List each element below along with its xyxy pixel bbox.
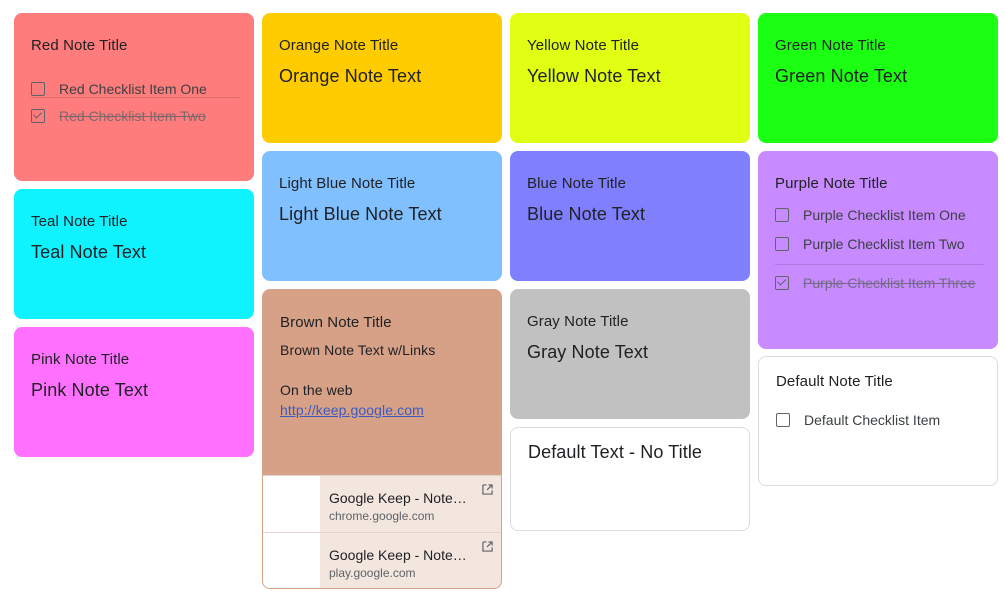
- note-title: Brown Note Title: [280, 314, 392, 331]
- note-text: Pink Note Text: [31, 380, 149, 400]
- note-text: Yellow Note Text: [527, 66, 661, 86]
- note-text: Brown Note Text w/Links: [280, 342, 436, 358]
- note-title: Pink Note Title: [31, 351, 130, 368]
- checklist-item[interactable]: Red Checklist Item One: [31, 79, 207, 99]
- checked-items-divider: [775, 264, 984, 265]
- note-title: Purple Note Title: [775, 175, 888, 192]
- checked-items-divider: [31, 97, 240, 98]
- note-default-checklist[interactable]: Default Note Title Default Checklist Ite…: [758, 356, 998, 486]
- checklist-item[interactable]: Default Checklist Item: [776, 410, 940, 430]
- note-title: Light Blue Note Title: [279, 175, 416, 192]
- checkbox-checked-icon[interactable]: [775, 276, 789, 290]
- note-title: Teal Note Title: [31, 213, 128, 230]
- note-default-text[interactable]: Default Text - No Title: [510, 427, 750, 531]
- note-text: Gray Note Text: [527, 342, 649, 362]
- note-title: Green Note Title: [775, 37, 886, 54]
- checklist-item-label: Purple Checklist Item Two: [803, 236, 965, 252]
- note-title: Blue Note Title: [527, 175, 627, 192]
- checklist-item-label: Purple Checklist Item One: [803, 207, 966, 223]
- note-purple[interactable]: Purple Note Title Purple Checklist Item …: [758, 151, 998, 349]
- note-gray[interactable]: Gray Note Title Gray Note Text: [510, 289, 750, 419]
- checklist-item-label: Default Checklist Item: [804, 412, 941, 428]
- link-preview[interactable]: Google Keep - Notes and Lists chrome.goo…: [263, 475, 501, 532]
- note-title: Default Note Title: [776, 373, 893, 390]
- link-preview[interactable]: Google Keep - Notes and Lists play.googl…: [263, 532, 501, 588]
- checklist-item[interactable]: Purple Checklist Item Two: [775, 234, 965, 254]
- preview-domain: play.google.com: [329, 566, 416, 580]
- note-title: Gray Note Title: [527, 313, 629, 330]
- note-blue[interactable]: Blue Note Title Blue Note Text: [510, 151, 750, 281]
- checkbox-unchecked-icon[interactable]: [31, 82, 45, 96]
- note-green[interactable]: Green Note Title Green Note Text: [758, 13, 998, 143]
- checklist-item-label: Purple Checklist Item Three: [803, 275, 976, 291]
- checklist-item[interactable]: Purple Checklist Item One: [775, 205, 966, 225]
- note-text: Green Note Text: [775, 66, 908, 86]
- note-link[interactable]: http://keep.google.com: [280, 402, 424, 418]
- note-teal[interactable]: Teal Note Title Teal Note Text: [14, 189, 254, 319]
- note-yellow[interactable]: Yellow Note Title Yellow Note Text: [510, 13, 750, 143]
- preview-thumbnail: [263, 476, 320, 532]
- checkbox-unchecked-icon[interactable]: [776, 413, 790, 427]
- note-text: Light Blue Note Text: [279, 204, 442, 224]
- note-light-blue[interactable]: Light Blue Note Title Light Blue Note Te…: [262, 151, 502, 281]
- checkbox-unchecked-icon[interactable]: [775, 208, 789, 222]
- note-brown[interactable]: Brown Note Title Brown Note Text w/Links…: [262, 289, 502, 589]
- preview-title: Google Keep - Notes and Lists: [329, 490, 469, 506]
- preview-domain: chrome.google.com: [329, 509, 435, 523]
- checkbox-unchecked-icon[interactable]: [775, 237, 789, 251]
- web-label: On the web: [280, 382, 353, 398]
- note-text: Default Text - No Title: [528, 442, 703, 462]
- note-title: Yellow Note Title: [527, 37, 640, 54]
- note-title: Red Note Title: [31, 37, 128, 54]
- note-text: Blue Note Text: [527, 204, 646, 224]
- preview-thumbnail: [263, 533, 320, 588]
- note-title: Orange Note Title: [279, 37, 399, 54]
- note-pink[interactable]: Pink Note Title Pink Note Text: [14, 327, 254, 457]
- checklist-item-label: Red Checklist Item One: [59, 81, 207, 97]
- open-in-new-icon[interactable]: [482, 541, 493, 552]
- checklist-item-checked[interactable]: Purple Checklist Item Three: [775, 273, 975, 293]
- note-text: Orange Note Text: [279, 66, 422, 86]
- checklist-item-checked[interactable]: Red Checklist Item Two: [31, 106, 206, 126]
- preview-title: Google Keep - Notes and Lists: [329, 547, 469, 563]
- note-orange[interactable]: Orange Note Title Orange Note Text: [262, 13, 502, 143]
- open-in-new-icon[interactable]: [482, 484, 493, 495]
- checkbox-checked-icon[interactable]: [31, 109, 45, 123]
- note-red[interactable]: Red Note Title Red Checklist Item One Re…: [14, 13, 254, 181]
- note-text: Teal Note Text: [31, 242, 147, 262]
- checklist-item-label: Red Checklist Item Two: [59, 108, 206, 124]
